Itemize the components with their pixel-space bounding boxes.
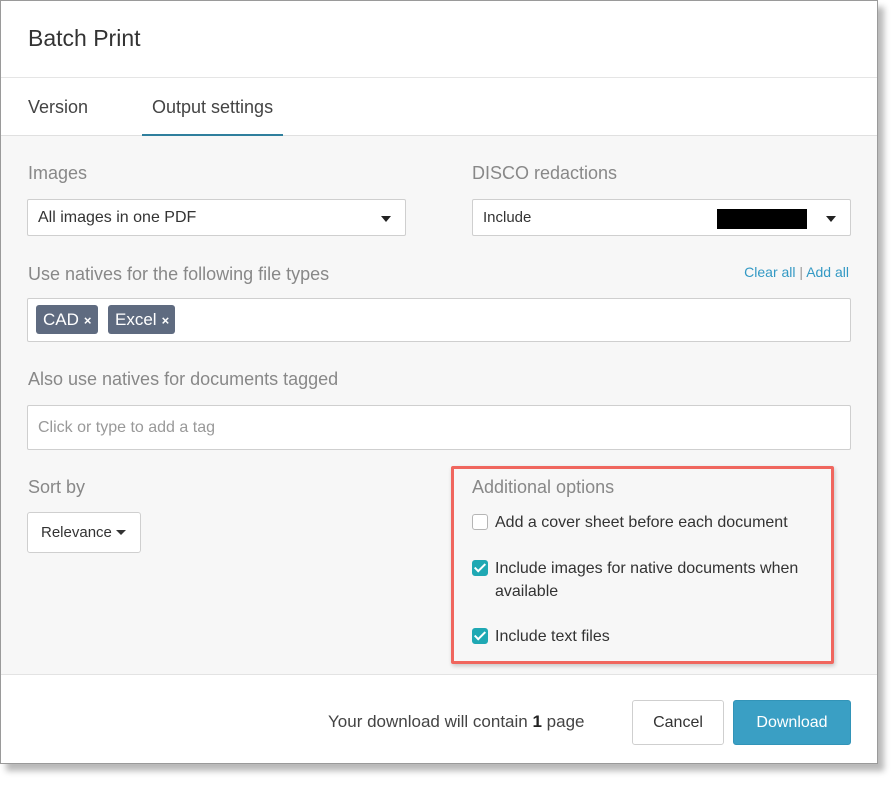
tagged-label: Also use natives for documents tagged (28, 369, 339, 389)
chip-cad: CAD × (36, 305, 98, 334)
tag-input[interactable] (27, 405, 851, 450)
remove-icon[interactable]: × (84, 313, 92, 328)
option-label: Add a cover sheet before each document (495, 514, 788, 531)
checkbox-checked[interactable] (472, 560, 488, 576)
checkbox-unchecked[interactable] (472, 514, 488, 530)
caret-down-icon (826, 216, 836, 222)
disco-redactions-select[interactable]: Include (472, 199, 851, 236)
natives-links: Clear all | Add all (744, 264, 849, 280)
output-settings-panel: Images All images in one PDF DISCO redac… (1, 136, 877, 675)
additional-options-label: Additional options (472, 477, 615, 497)
clear-all-link[interactable]: Clear all (744, 264, 795, 280)
natives-label: Use natives for the following file types (28, 264, 330, 284)
file-types-field[interactable]: CAD × Excel × (27, 298, 851, 342)
tab-output-settings[interactable]: Output settings (142, 78, 284, 136)
dialog-header: Batch Print (1, 1, 877, 78)
dialog-title: Batch Print (28, 25, 141, 51)
dialog-footer: Your download will contain 1 page Cancel… (1, 675, 877, 763)
chip-label: Excel (115, 310, 157, 329)
sort-by-value: Relevance (41, 524, 112, 541)
batch-print-dialog: Batch Print Version Output settings Imag… (0, 0, 878, 764)
sort-by-dropdown[interactable]: Relevance (27, 512, 141, 553)
remove-icon[interactable]: × (162, 313, 170, 328)
images-select-value: All images in one PDF (38, 209, 197, 226)
option-label: Include images for native documents when… (495, 557, 798, 603)
tab-version[interactable]: Version (28, 78, 88, 135)
images-label: Images (28, 163, 88, 183)
disco-redactions-label: DISCO redactions (472, 163, 618, 183)
download-summary: Your download will contain 1 page (328, 712, 585, 732)
chip-label: CAD (43, 310, 79, 329)
caret-down-icon (381, 216, 391, 222)
sort-by-label: Sort by (28, 477, 86, 497)
summary-suffix: page (546, 712, 585, 731)
redaction-box (717, 209, 807, 229)
links-separator: | (799, 264, 804, 280)
caret-down-icon (116, 530, 126, 535)
option-label-line1: Include images for native documents when (495, 560, 799, 577)
option-label-line2: available (495, 583, 559, 600)
option-label: Include text files (495, 628, 610, 645)
cancel-button[interactable]: Cancel (632, 700, 724, 745)
tab-bar: Version Output settings (1, 78, 877, 136)
add-all-link[interactable]: Add all (806, 264, 849, 280)
summary-prefix: Your download will contain (328, 712, 528, 731)
images-select[interactable]: All images in one PDF (27, 199, 406, 236)
disco-redactions-select-value: Include (483, 209, 532, 226)
download-button[interactable]: Download (733, 700, 851, 745)
chip-excel: Excel × (108, 305, 176, 334)
checkbox-checked[interactable] (472, 628, 488, 644)
page-count: 1 (532, 712, 542, 731)
